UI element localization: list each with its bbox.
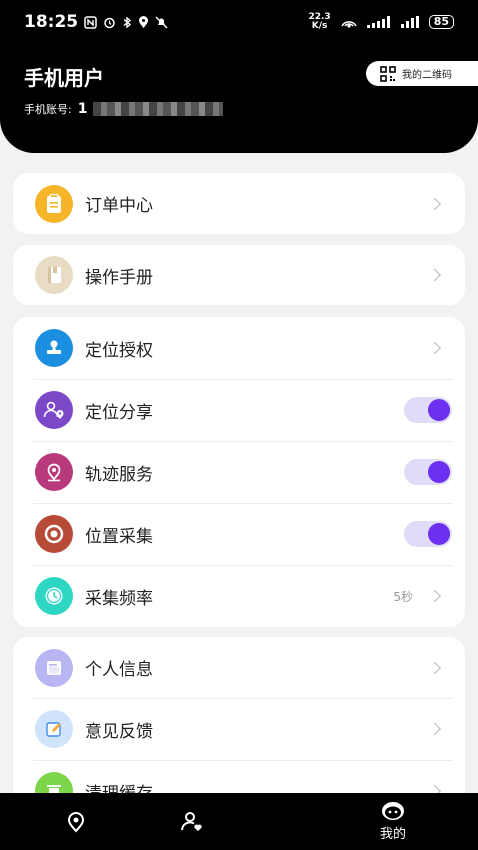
tab-contacts[interactable] — [153, 793, 231, 850]
location-status-icon — [139, 15, 149, 28]
target-icon — [35, 515, 73, 553]
chevron-right-icon — [428, 661, 441, 674]
menu-label-track-service: 轨迹服务 — [85, 464, 153, 485]
battery-indicator: 85 — [428, 15, 454, 29]
user-name: 手机用户 — [24, 66, 104, 90]
location-pin-icon — [35, 453, 73, 491]
chevron-right-icon — [428, 341, 441, 355]
trash-icon — [35, 772, 73, 795]
my-qrcode-button[interactable]: 我的二维码 — [366, 61, 478, 86]
menu-item-location-share[interactable]: 定位分享 — [13, 379, 465, 441]
location-card: 定位授权 定位分享 轨迹服务 位置采集 采集频率 5秒 — [13, 317, 465, 627]
account-label: 手机账号: — [24, 103, 72, 116]
settings-card: 个人信息 意见反馈 清理缓存 — [13, 637, 465, 795]
menu-item-track-service[interactable]: 轨迹服务 — [13, 441, 465, 503]
menu-item-location-collect[interactable]: 位置采集 — [13, 503, 465, 565]
orders-card: 订单中心 — [13, 173, 465, 234]
chevron-right-icon — [428, 722, 441, 736]
menu-label-profile: 个人信息 — [85, 660, 153, 680]
location-tab-icon — [67, 811, 85, 832]
status-time: 18:25 — [24, 12, 79, 32]
edit-feedback-icon — [35, 710, 73, 748]
qrcode-icon — [380, 65, 396, 82]
chevron-right-icon — [428, 197, 441, 210]
menu-item-collect-freq[interactable]: 采集频率 5秒 — [13, 565, 465, 627]
profile-header: 18:25 22.3 K/s 85 手机用户 手机账号: 1 我的二维码 — [0, 0, 478, 153]
toggle-knob — [428, 461, 450, 483]
track-service-toggle[interactable] — [404, 459, 452, 485]
order-list-icon — [35, 184, 73, 223]
account-value: 1 — [77, 101, 88, 117]
menu-label-orders: 订单中心 — [85, 196, 153, 216]
menu-item-orders[interactable]: 订单中心 — [13, 173, 465, 234]
toggle-knob — [428, 523, 450, 545]
clock-icon — [35, 577, 73, 615]
mute-icon — [155, 15, 168, 29]
qrcode-label: 我的二维码 — [402, 70, 452, 81]
menu-label-collect-freq: 采集频率 — [85, 588, 153, 609]
menu-item-manual[interactable]: 操作手册 — [13, 245, 465, 305]
account-redacted — [93, 102, 224, 116]
bluetooth-icon — [123, 16, 132, 28]
chevron-right-icon — [428, 268, 441, 282]
menu-label-location-share: 定位分享 — [85, 402, 153, 423]
menu-item-location-auth[interactable]: 定位授权 — [13, 317, 465, 379]
collect-freq-value: 5秒 — [393, 589, 413, 604]
menu-label-manual: 操作手册 — [85, 267, 153, 288]
smiley-avatar-icon — [382, 802, 404, 820]
bottom-tab-bar: 我的 — [0, 793, 478, 850]
menu-item-profile[interactable]: 个人信息 — [13, 637, 465, 698]
account-line: 手机账号: 1 — [24, 101, 224, 117]
manual-card: 操作手册 — [13, 245, 465, 305]
tab-location[interactable] — [37, 793, 115, 850]
user-heart-icon — [181, 811, 202, 831]
profile-window-icon — [35, 648, 73, 687]
alarm-icon — [104, 17, 115, 28]
status-icons — [84, 15, 168, 29]
stamp-icon — [35, 329, 73, 367]
location-collect-toggle[interactable] — [404, 521, 452, 547]
network-speed: 22.3 K/s — [308, 12, 331, 31]
signal-icon-2 — [400, 15, 419, 28]
menu-item-feedback[interactable]: 意见反馈 — [13, 698, 465, 760]
menu-label-location-auth: 定位授权 — [85, 340, 153, 361]
tab-label-mine: 我的 — [379, 827, 406, 842]
users-location-icon — [35, 391, 73, 429]
location-share-toggle[interactable] — [404, 397, 452, 423]
tab-mine[interactable]: 我的 — [354, 793, 432, 850]
chevron-right-icon — [428, 589, 441, 603]
menu-item-clear-cache[interactable]: 清理缓存 — [13, 760, 465, 795]
menu-label-location-collect: 位置采集 — [85, 526, 153, 547]
nfc-icon — [84, 15, 97, 29]
hotspot-icon — [340, 21, 357, 28]
toggle-knob — [428, 399, 450, 421]
status-bar: 18:25 22.3 K/s 85 — [24, 10, 454, 34]
signal-icon-1 — [366, 15, 390, 28]
manual-book-icon — [35, 256, 73, 294]
menu-label-feedback: 意见反馈 — [85, 721, 153, 742]
